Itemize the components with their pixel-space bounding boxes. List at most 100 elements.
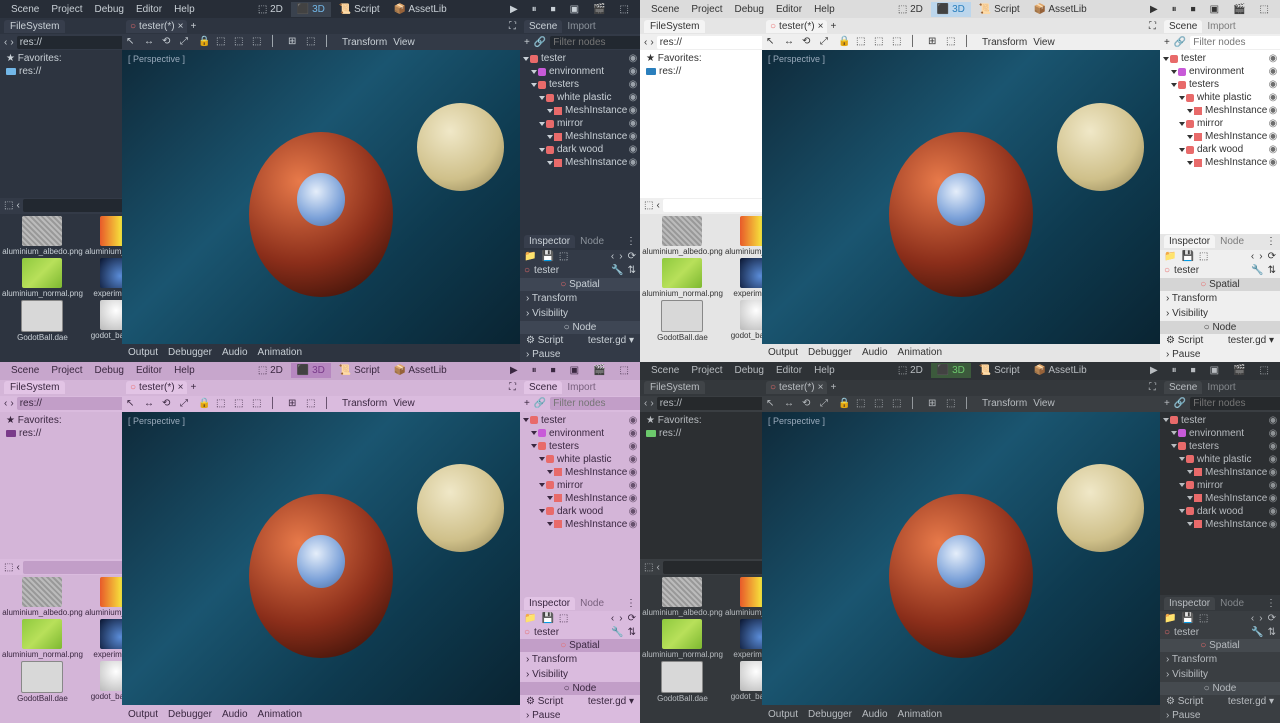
insp-section-transform[interactable]: › Transform (520, 291, 640, 306)
playback-btn-2[interactable]: ⏹ (546, 2, 561, 17)
scene-filter[interactable] (1190, 397, 1280, 410)
dock-menu-icon[interactable]: ⋮ (626, 236, 636, 247)
fs-item[interactable]: godot_ball.mesh (85, 300, 122, 342)
mode-script[interactable]: 📜 Script (973, 363, 1026, 378)
scene-tool[interactable]: 🔗 (534, 398, 546, 409)
viewport-tool-4[interactable]: 🔒 (198, 398, 210, 410)
tab-node[interactable]: Node (1215, 597, 1249, 610)
tree-node[interactable]: mirror◉ (522, 479, 638, 492)
tab-filesystem[interactable]: FileSystem (644, 20, 705, 33)
playback-btn-0[interactable]: ▶ (505, 2, 523, 17)
playback-btn-2[interactable]: ⏹ (1186, 2, 1201, 17)
visibility-icon[interactable]: ◉ (628, 91, 638, 104)
insp-class-spatial[interactable]: ○ Spatial (1160, 278, 1280, 291)
insp-section-transform[interactable]: › Transform (520, 652, 640, 667)
add-tab[interactable]: + (190, 21, 196, 32)
playback-btn-5[interactable]: ⬚ (1255, 363, 1274, 378)
insp-tool[interactable]: 💾 (541, 613, 553, 624)
scene-tool[interactable]: + (1164, 37, 1170, 48)
insp-section-visibility[interactable]: › Visibility (520, 306, 640, 321)
insp-nav[interactable]: ‹ (611, 251, 614, 262)
mode-script[interactable]: 📜 Script (973, 2, 1026, 17)
menu-scene[interactable]: Scene (646, 2, 684, 17)
insp-tool[interactable]: ⇅ (1268, 265, 1276, 276)
visibility-icon[interactable]: ◉ (1268, 453, 1278, 466)
visibility-icon[interactable]: ◉ (1268, 117, 1278, 130)
tab-node[interactable]: Node (1215, 235, 1249, 248)
tab-filesystem[interactable]: FileSystem (4, 381, 65, 394)
insp-section-transform[interactable]: › Transform (1160, 291, 1280, 306)
visibility-icon[interactable]: ◉ (1268, 130, 1278, 143)
fs-item[interactable]: experiment.hdr (725, 619, 762, 659)
distraction-free-icon[interactable]: ⛶ (509, 382, 516, 393)
viewport-tool-7[interactable]: ⬚ (892, 398, 904, 410)
path-nav[interactable]: › (650, 37, 653, 48)
playback-btn-1[interactable]: ⏸ (1167, 363, 1182, 378)
viewport-tool-2[interactable]: ⟲ (802, 36, 814, 48)
path-nav[interactable]: › (10, 37, 13, 48)
tab-node[interactable]: Node (575, 235, 609, 248)
perspective-label[interactable]: [ Perspective ] (128, 54, 185, 64)
tree-node[interactable]: MeshInstance◉ (522, 104, 638, 117)
visibility-icon[interactable]: ◉ (628, 78, 638, 91)
mode-m3d[interactable]: ⬛ 3D (291, 2, 331, 17)
playback-btn-4[interactable]: 🎬 (588, 2, 610, 17)
scene-tool[interactable]: 🔗 (1174, 398, 1186, 409)
mode-m2d[interactable]: ⬚ 2D (892, 363, 929, 378)
insp-class-node[interactable]: ○ Node (520, 321, 640, 334)
viewport-tool-11[interactable]: │ (324, 36, 336, 48)
playback-btn-2[interactable]: ⏹ (546, 363, 561, 378)
dock-menu-icon[interactable]: ⋮ (1266, 236, 1276, 247)
tab-inspector[interactable]: Inspector (1164, 235, 1215, 248)
close-icon[interactable]: × (178, 21, 184, 32)
menu-debug[interactable]: Debug (89, 363, 128, 378)
visibility-icon[interactable]: ◉ (1268, 492, 1278, 505)
visibility-icon[interactable]: ◉ (628, 130, 638, 143)
scene-tool[interactable]: + (524, 398, 530, 409)
viewport-tool-1[interactable]: ↔ (784, 398, 796, 410)
scene-filter[interactable] (1190, 36, 1280, 49)
insp-class-node[interactable]: ○ Node (520, 682, 640, 695)
insp-nav[interactable]: ⟳ (628, 251, 636, 262)
insp-section-visibility[interactable]: › Visibility (1160, 306, 1280, 321)
tree-node[interactable]: testers◉ (1162, 78, 1278, 91)
path-nav[interactable]: ‹ (644, 37, 647, 48)
tree-node[interactable]: mirror◉ (1162, 117, 1278, 130)
menu-debug[interactable]: Debug (729, 2, 768, 17)
viewport-tool-1[interactable]: ↔ (144, 36, 156, 48)
visibility-icon[interactable]: ◉ (1268, 65, 1278, 78)
viewport-tool-2[interactable]: ⟲ (162, 36, 174, 48)
tree-node[interactable]: MeshInstance◉ (522, 492, 638, 505)
visibility-icon[interactable]: ◉ (628, 440, 638, 453)
viewport-tool-5[interactable]: ⬚ (216, 36, 228, 48)
tab-scene[interactable]: Scene (524, 381, 562, 394)
view-menu[interactable]: View (393, 398, 415, 409)
viewport-tool-10[interactable]: ⬚ (306, 36, 318, 48)
tree-node[interactable]: MeshInstance◉ (1162, 130, 1278, 143)
viewport-tool-9[interactable]: ⊞ (288, 398, 300, 410)
mode-m2d[interactable]: ⬚ 2D (892, 2, 929, 17)
insp-tool[interactable]: ⇅ (628, 627, 636, 638)
insp-tool[interactable]: 🔧 (1251, 627, 1263, 638)
close-icon[interactable]: × (818, 21, 824, 32)
tab-scene[interactable]: Scene (1164, 381, 1202, 394)
menu-help[interactable]: Help (169, 2, 200, 17)
viewport-tool-0[interactable]: ↖ (126, 36, 138, 48)
insp-tool[interactable]: ⬚ (559, 613, 568, 624)
path-nav[interactable]: ‹ (644, 398, 647, 409)
viewport-tool-8[interactable]: │ (270, 398, 282, 410)
tree-node[interactable]: dark wood◉ (522, 505, 638, 518)
bottom-audio[interactable]: Audio (222, 347, 248, 358)
mode-script[interactable]: 📜 Script (333, 2, 386, 17)
fs-item[interactable]: aluminium_flow.png (85, 577, 122, 617)
viewport-tool-8[interactable]: │ (910, 398, 922, 410)
path-nav[interactable]: › (10, 398, 13, 409)
insp-tool[interactable]: ⇅ (1268, 627, 1276, 638)
tree-node[interactable]: white plastic◉ (522, 453, 638, 466)
insp-tool[interactable]: ⬚ (1199, 251, 1208, 262)
playback-btn-1[interactable]: ⏸ (527, 363, 542, 378)
fs-item[interactable]: aluminium_albedo.png (2, 216, 83, 256)
visibility-icon[interactable]: ◉ (1268, 414, 1278, 427)
tab-import[interactable]: Import (562, 20, 600, 33)
fs-item[interactable]: godot_ball.mesh (725, 300, 762, 342)
